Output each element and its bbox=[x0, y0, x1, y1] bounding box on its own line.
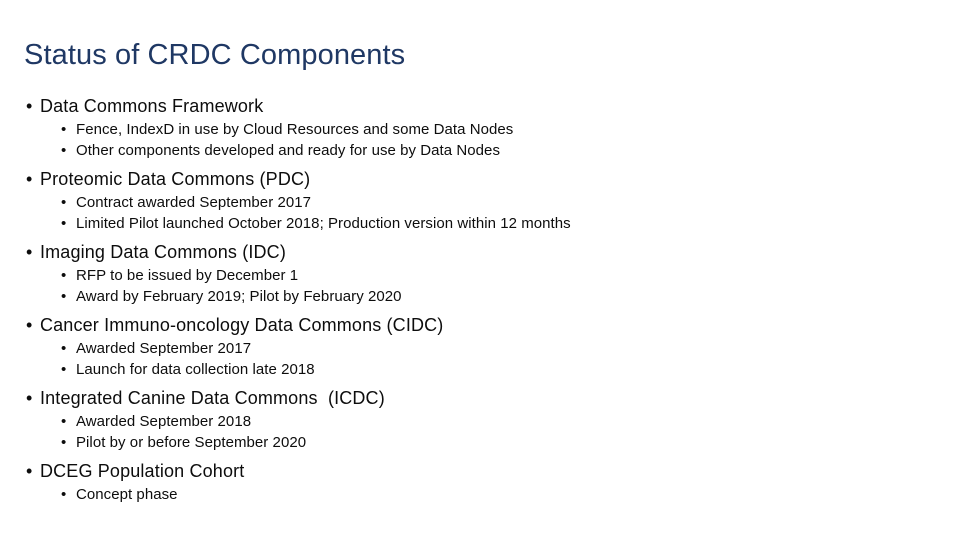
sub-bullet-icon: • bbox=[61, 142, 67, 159]
bullet-icon: • bbox=[26, 242, 33, 262]
sub-item-text: Awarded September 2018 bbox=[76, 413, 252, 430]
sub-bullet-icon: • bbox=[61, 288, 67, 305]
sub-item-text: RFP to be issued by December 1 bbox=[76, 267, 299, 284]
list-item-level2: • Concept phase bbox=[0, 484, 940, 505]
section-heading-text: Imaging Data Commons (IDC) bbox=[40, 242, 286, 262]
list-item-level1: • Integrated Canine Data Commons (ICDC) bbox=[0, 386, 940, 411]
sub-item-text: Concept phase bbox=[76, 486, 178, 503]
sub-bullet-icon: • bbox=[61, 340, 67, 357]
bullet-icon: • bbox=[26, 169, 33, 189]
sub-item-text: Contract awarded September 2017 bbox=[76, 194, 312, 211]
list-item-level1: • DCEG Population Cohort bbox=[0, 459, 940, 484]
sub-item-text: Awarded September 2017 bbox=[76, 340, 252, 357]
bullet-icon: • bbox=[26, 315, 33, 335]
slide-canvas: Status of CRDC Components • Data Commons… bbox=[0, 0, 960, 540]
sub-item-text: Pilot by or before September 2020 bbox=[76, 434, 307, 451]
sub-bullet-icon: • bbox=[61, 215, 67, 232]
section-heading-text: Integrated Canine Data Commons (ICDC) bbox=[40, 388, 385, 408]
section-heading-text: Data Commons Framework bbox=[40, 96, 264, 116]
list-item-level2: • Fence, IndexD in use by Cloud Resource… bbox=[0, 119, 940, 140]
bullet-icon: • bbox=[26, 388, 33, 408]
sub-item-text: Other components developed and ready for… bbox=[76, 142, 500, 159]
outline-section: • Proteomic Data Commons (PDC) • Contrac… bbox=[0, 167, 940, 234]
sub-item-text: Launch for data collection late 2018 bbox=[76, 361, 315, 378]
sub-bullet-icon: • bbox=[61, 361, 67, 378]
outline-section: • Imaging Data Commons (IDC) • RFP to be… bbox=[0, 240, 940, 307]
sub-bullet-icon: • bbox=[61, 486, 67, 503]
list-item-level2: • Pilot by or before September 2020 bbox=[0, 432, 940, 453]
outline-section: • Data Commons Framework • Fence, IndexD… bbox=[0, 94, 940, 161]
outline-section: • Cancer Immuno-oncology Data Commons (C… bbox=[0, 313, 940, 380]
content-outline: • Data Commons Framework • Fence, IndexD… bbox=[0, 94, 940, 505]
list-item-level2: • Other components developed and ready f… bbox=[0, 140, 940, 161]
sub-bullet-icon: • bbox=[61, 413, 67, 430]
bullet-icon: • bbox=[26, 461, 33, 481]
list-item-level1: • Imaging Data Commons (IDC) bbox=[0, 240, 940, 265]
list-item-level2: • Awarded September 2017 bbox=[0, 338, 940, 359]
section-heading-text: DCEG Population Cohort bbox=[40, 461, 245, 481]
sub-bullet-icon: • bbox=[61, 121, 67, 138]
list-item-level1: • Data Commons Framework bbox=[0, 94, 940, 119]
page-title: Status of CRDC Components bbox=[24, 39, 406, 71]
list-item-level2: • Awarded September 2018 bbox=[0, 411, 940, 432]
outline-section: • Integrated Canine Data Commons (ICDC) … bbox=[0, 386, 940, 453]
outline-section: • DCEG Population Cohort • Concept phase bbox=[0, 459, 940, 505]
section-heading-text: Proteomic Data Commons (PDC) bbox=[40, 169, 311, 189]
section-heading-text: Cancer Immuno-oncology Data Commons (CID… bbox=[40, 315, 444, 335]
list-item-level2: • Launch for data collection late 2018 bbox=[0, 359, 940, 380]
sub-item-text: Limited Pilot launched October 2018; Pro… bbox=[76, 215, 571, 232]
list-item-level1: • Proteomic Data Commons (PDC) bbox=[0, 167, 940, 192]
bullet-icon: • bbox=[26, 96, 33, 116]
list-item-level1: • Cancer Immuno-oncology Data Commons (C… bbox=[0, 313, 940, 338]
sub-item-text: Award by February 2019; Pilot by Februar… bbox=[76, 288, 402, 305]
sub-bullet-icon: • bbox=[61, 434, 67, 451]
sub-bullet-icon: • bbox=[61, 194, 67, 211]
list-item-level2: • Contract awarded September 2017 bbox=[0, 192, 940, 213]
sub-item-text: Fence, IndexD in use by Cloud Resources … bbox=[76, 121, 514, 138]
list-item-level2: • Limited Pilot launched October 2018; P… bbox=[0, 213, 940, 234]
list-item-level2: • Award by February 2019; Pilot by Febru… bbox=[0, 286, 940, 307]
sub-bullet-icon: • bbox=[61, 267, 67, 284]
list-item-level2: • RFP to be issued by December 1 bbox=[0, 265, 940, 286]
